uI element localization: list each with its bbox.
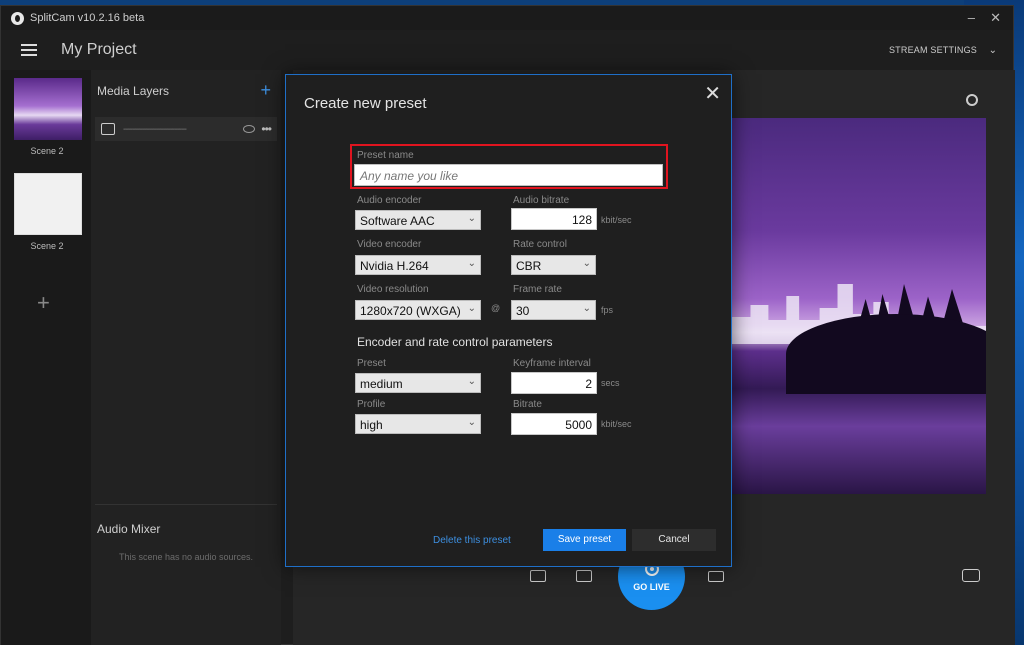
project-title: My Project [61, 41, 137, 58]
audio-mixer-title: Audio Mixer [97, 522, 161, 536]
chat-icon[interactable] [962, 569, 980, 582]
title-bar: SplitCam v10.2.16 beta – ✕ [1, 6, 1013, 30]
video-encoder-select[interactable]: Nvidia H.264 ⌄ [355, 255, 481, 275]
preview-image [730, 118, 986, 494]
audio-encoder-select[interactable]: Software AAC ⌄ [355, 210, 481, 230]
frame-rate-unit: fps [601, 305, 614, 315]
rate-control-value: CBR [516, 259, 542, 273]
close-window-button[interactable]: ✕ [990, 10, 1001, 26]
video-encoder-label: Video encoder [357, 239, 422, 250]
minimize-button[interactable]: – [968, 10, 975, 25]
scene-label: Scene 2 [30, 146, 64, 156]
preset-name-input[interactable]: Any name you like [354, 164, 663, 186]
preset-value: medium [360, 377, 403, 391]
video-icon[interactable] [708, 571, 724, 582]
more-options-icon[interactable]: ••• [261, 122, 272, 136]
scene-thumbnail-empty[interactable] [14, 173, 82, 235]
chevron-down-icon: ⌄ [582, 258, 591, 269]
delete-preset-link[interactable]: Delete this preset [433, 535, 511, 546]
add-scene-button[interactable]: + [37, 290, 50, 316]
chevron-down-icon: ⌄ [467, 417, 476, 428]
profile-select[interactable]: high ⌄ [355, 414, 481, 434]
video-resolution-label: Video resolution [357, 284, 429, 295]
cancel-button[interactable]: Cancel [632, 529, 716, 551]
audio-bitrate-input[interactable]: 128 [511, 208, 597, 230]
close-icon[interactable]: ✕ [704, 81, 721, 106]
audio-encoder-label: Audio encoder [357, 195, 422, 206]
layer-item[interactable]: --------------------------- ••• [95, 117, 277, 141]
video-resolution-value: 1280x720 (WXGA) [360, 304, 461, 318]
preset-name-label: Preset name [357, 150, 414, 161]
go-live-label: GO LIVE [633, 581, 670, 592]
encoder-section-title: Encoder and rate control parameters [357, 335, 553, 349]
add-layer-button[interactable]: + [260, 80, 271, 101]
profile-value: high [360, 418, 383, 432]
keyframe-interval-unit: secs [601, 378, 620, 388]
no-audio-text: This scene has no audio sources. [118, 552, 254, 562]
keyframe-interval-input[interactable]: 2 [511, 372, 597, 394]
audio-bitrate-label: Audio bitrate [513, 195, 570, 206]
media-layers-panel: Media Layers + -------------------------… [91, 70, 281, 645]
app-header: My Project STREAM SETTINGS ⌄ [1, 30, 1013, 70]
frame-rate-label: Frame rate [513, 284, 562, 295]
menu-icon[interactable] [21, 44, 37, 56]
eye-icon[interactable] [243, 125, 256, 133]
scene-label: Scene 2 [30, 241, 64, 251]
chevron-down-icon: ⌄ [467, 303, 476, 314]
splitcam-logo-icon [11, 11, 24, 25]
image-icon [101, 123, 115, 135]
create-preset-dialog: Create new preset ✕ Preset name Any name… [285, 74, 732, 567]
video-encoder-value: Nvidia H.264 [360, 259, 429, 273]
scenes-panel: Scene 2 Scene 2 + [1, 70, 91, 645]
at-sign: @ [491, 303, 501, 313]
bitrate-unit: kbit/sec [601, 419, 632, 429]
profile-label: Profile [357, 399, 386, 410]
chevron-down-icon: ⌄ [467, 258, 476, 269]
divider [95, 504, 277, 505]
save-preset-button[interactable]: Save preset [543, 529, 626, 551]
chevron-down-icon: ⌄ [467, 376, 476, 387]
brightness-icon[interactable] [966, 94, 978, 106]
audio-encoder-value: Software AAC [360, 214, 435, 228]
mute-icon[interactable] [530, 570, 546, 582]
bitrate-input[interactable]: 5000 [511, 413, 597, 435]
camera-icon[interactable] [576, 570, 592, 582]
chevron-down-icon[interactable]: ⌄ [989, 45, 997, 56]
rate-control-label: Rate control [513, 239, 567, 250]
video-resolution-select[interactable]: 1280x720 (WXGA) ⌄ [355, 300, 481, 320]
media-layers-title: Media Layers [97, 84, 170, 98]
preset-label: Preset [357, 358, 386, 369]
dialog-title: Create new preset [304, 95, 427, 112]
audio-bitrate-unit: kbit/sec [601, 215, 632, 225]
frame-rate-select[interactable]: 30 ⌄ [511, 300, 596, 320]
hill-silhouette [786, 314, 986, 394]
frame-rate-value: 30 [516, 304, 530, 318]
window-title: SplitCam v10.2.16 beta [30, 12, 145, 24]
scene-thumbnail[interactable] [14, 78, 82, 140]
bitrate-label: Bitrate [513, 399, 542, 410]
keyframe-interval-label: Keyframe interval [513, 358, 591, 369]
preset-select[interactable]: medium ⌄ [355, 373, 481, 393]
chevron-down-icon: ⌄ [582, 303, 591, 314]
layer-name: --------------------------- [123, 123, 187, 135]
stream-settings-button[interactable]: STREAM SETTINGS [889, 45, 977, 55]
rate-control-select[interactable]: CBR ⌄ [511, 255, 596, 275]
chevron-down-icon: ⌄ [467, 213, 476, 224]
